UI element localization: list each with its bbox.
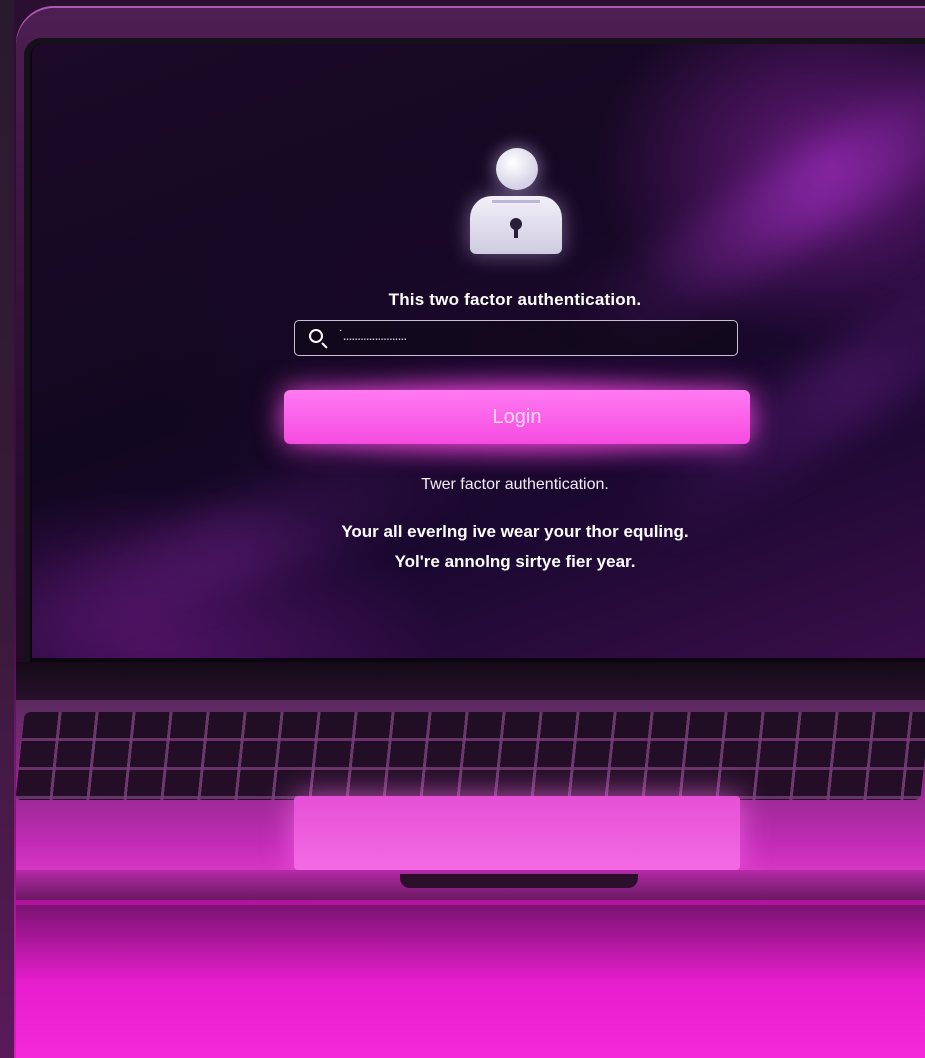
- code-input[interactable]: ˙......................: [294, 320, 738, 356]
- keyboard-rows: [15, 712, 925, 800]
- touchpad: [294, 796, 740, 870]
- message-line-2: Yol're annolng sirtye fier year.: [394, 552, 636, 571]
- user-collar: [492, 200, 540, 203]
- table-surface: [16, 905, 925, 1058]
- login-button[interactable]: Login: [284, 390, 750, 444]
- lid-notch: [400, 874, 638, 888]
- search-icon: [309, 329, 323, 343]
- code-input-value[interactable]: ˙......................: [339, 327, 407, 343]
- keyhole-stem: [514, 226, 518, 238]
- subtitle-text: Twer factor authentication.: [421, 476, 609, 493]
- page-title: This two factor authentication.: [388, 290, 642, 309]
- light-streak: [570, 44, 925, 366]
- user-head: [496, 148, 538, 190]
- user-lock-icon: [470, 148, 566, 258]
- message-line-1: Your all everlng ive wear your thor equl…: [341, 522, 689, 541]
